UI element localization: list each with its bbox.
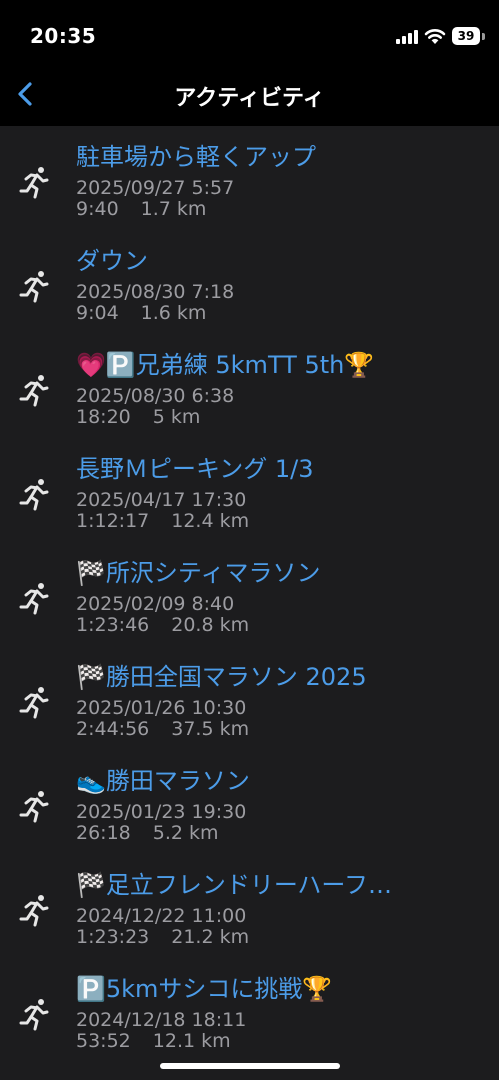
running-icon	[19, 167, 49, 199]
activity-stats: 53:52 12.1 km	[76, 1030, 231, 1052]
activity-title: 長野Ｍピーキング 1/3	[76, 455, 314, 483]
activity-stats: 1:12:17 12.4 km	[76, 510, 249, 532]
list-item[interactable]: 🏁足立フレンドリーハーフ… 2024/12/22 11:00 1:23:23 21…	[0, 854, 499, 958]
activity-distance: 12.1 km	[152, 1030, 231, 1052]
activity-title: 🏁足立フレンドリーハーフ…	[76, 871, 392, 899]
running-icon	[19, 999, 49, 1031]
running-icon	[19, 479, 49, 511]
running-icon	[19, 687, 49, 719]
list-item[interactable]: 💗🅿️兄弟練 5kmTT 5th🏆 2025/08/30 6:38 18:20 5…	[0, 334, 499, 438]
activity-stats: 2:44:56 37.5 km	[76, 718, 249, 740]
activity-date: 2025/01/26 10:30	[76, 697, 247, 719]
nav-bar: アクティビティ	[0, 62, 499, 126]
activity-distance: 1.7 km	[140, 198, 207, 220]
running-icon	[19, 375, 49, 407]
running-icon	[19, 791, 49, 823]
activity-distance: 21.2 km	[171, 926, 250, 948]
activity-title: 🅿️5kmサシコに挑戦🏆	[76, 975, 333, 1003]
activity-distance: 5 km	[152, 406, 201, 428]
home-indicator[interactable]	[160, 1063, 340, 1069]
list-item[interactable]: 👟勝田マラソン 2025/01/23 19:30 26:18 5.2 km	[0, 750, 499, 854]
activity-title: 駐車場から軽くアップ	[76, 143, 316, 171]
activity-duration: 53:52	[76, 1030, 131, 1052]
activity-duration: 1:12:17	[76, 510, 150, 532]
activity-date: 2025/02/09 8:40	[76, 593, 235, 615]
wifi-icon	[424, 29, 446, 44]
activity-distance: 1.6 km	[140, 302, 207, 324]
activity-duration: 2:44:56	[76, 718, 150, 740]
status-bar: 20:35 39	[0, 0, 499, 62]
page-title: アクティビティ	[174, 86, 325, 111]
activity-title: 👟勝田マラソン	[76, 767, 250, 795]
activity-list: 駐車場から軽くアップ 2025/09/27 5:57 9:40 1.7 km ダウ…	[0, 126, 499, 1080]
list-item[interactable]: 🏁勝田全国マラソン 2025 2025/01/26 10:30 2:44:56 3…	[0, 646, 499, 750]
activity-distance: 12.4 km	[171, 510, 250, 532]
activity-title: 💗🅿️兄弟練 5kmTT 5th🏆	[76, 351, 375, 379]
running-icon	[19, 895, 49, 927]
activity-stats: 1:23:23 21.2 km	[76, 926, 249, 948]
activity-date: 2025/01/23 19:30	[76, 801, 247, 823]
list-item[interactable]: 駐車場から軽くアップ 2025/09/27 5:57 9:40 1.7 km	[0, 126, 499, 230]
battery-icon: 39	[452, 27, 480, 45]
list-item[interactable]: 🅿️5kmサシコに挑戦🏆 2024/12/18 18:11 53:52 12.1 …	[0, 958, 499, 1062]
activity-title: ダウン	[76, 247, 148, 275]
activity-distance: 5.2 km	[152, 822, 219, 844]
activity-distance: 37.5 km	[171, 718, 250, 740]
activity-date: 2025/08/30 6:38	[76, 385, 235, 407]
activity-duration: 1:23:23	[76, 926, 150, 948]
list-item[interactable]: 🏁所沢シティマラソン 2025/02/09 8:40 1:23:46 20.8 k…	[0, 542, 499, 646]
activity-stats: 18:20 5 km	[76, 406, 200, 428]
activity-duration: 9:04	[76, 302, 119, 324]
activity-title: 🏁勝田全国マラソン 2025	[76, 663, 367, 691]
activity-duration: 1:23:46	[76, 614, 150, 636]
list-item[interactable]: 長野Ｍピーキング 1/3 2025/04/17 17:30 1:12:17 12.…	[0, 438, 499, 542]
activity-date: 2024/12/22 11:00	[76, 905, 247, 927]
activity-stats: 9:04 1.6 km	[76, 302, 206, 324]
running-icon	[19, 271, 49, 303]
activity-stats: 1:23:46 20.8 km	[76, 614, 249, 636]
activity-date: 2025/04/17 17:30	[76, 489, 247, 511]
activity-date: 2025/08/30 7:18	[76, 281, 235, 303]
activity-distance: 20.8 km	[171, 614, 250, 636]
cellular-signal-icon	[396, 30, 418, 44]
activity-title: 🏁所沢シティマラソン	[76, 559, 321, 587]
status-time: 20:35	[30, 24, 97, 48]
list-item[interactable]: ダウン 2025/08/30 7:18 9:04 1.6 km	[0, 230, 499, 334]
activity-stats: 26:18 5.2 km	[76, 822, 219, 844]
battery-tip	[482, 33, 485, 40]
activity-duration: 26:18	[76, 822, 131, 844]
activity-date: 2024/12/18 18:11	[76, 1009, 247, 1031]
running-icon	[19, 583, 49, 615]
activity-duration: 9:40	[76, 198, 119, 220]
activity-stats: 9:40 1.7 km	[76, 198, 206, 220]
activity-date: 2025/09/27 5:57	[76, 177, 235, 199]
activity-duration: 18:20	[76, 406, 131, 428]
